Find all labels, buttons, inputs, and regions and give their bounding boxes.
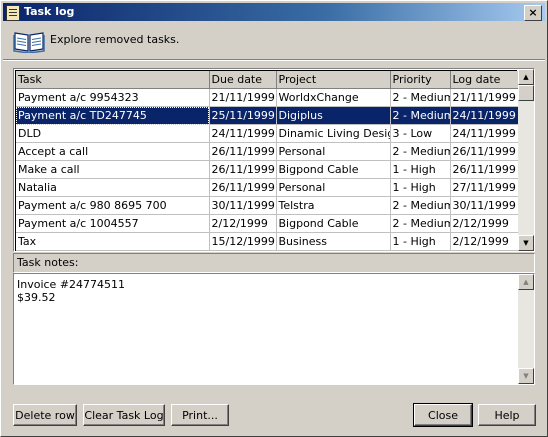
table-row[interactable]: Tax 15/12/1999 Business 1 - High 2/12/1999 — [16, 232, 519, 251]
cell-project: Bigpond Cable — [276, 160, 391, 179]
table-header-row: Task Due date Project Priority Log date — [16, 71, 519, 89]
header-divider — [3, 59, 545, 61]
cell-task: Make a call — [16, 160, 210, 179]
cell-due-date: 24/11/1999 — [209, 124, 277, 143]
table-row[interactable]: Natalia 26/11/1999 Personal 1 - High 27/11/1… — [16, 178, 519, 197]
cell-priority: 2 - Medium — [390, 106, 451, 125]
cell-priority: 2 - Medium — [390, 142, 451, 161]
cell-due-date: 2/12/1999 — [209, 214, 277, 233]
print-button[interactable]: Print... — [171, 404, 229, 426]
cell-task: Payment a/c 1004557 — [16, 214, 210, 233]
cell-project: Personal — [276, 142, 391, 161]
column-header-priority[interactable]: Priority — [390, 71, 451, 89]
cell-priority: 2 - Medium — [390, 214, 451, 233]
cell-project: Bigpond Cable — [276, 214, 391, 233]
table-row[interactable]: Accept a call 26/11/1999 Personal 2 - Mediu… — [16, 142, 519, 161]
cell-priority: 1 - High — [390, 178, 451, 197]
cell-due-date: 30/11/1999 — [209, 196, 277, 215]
cell-log-date: 2/12/1999 — [450, 214, 519, 233]
cell-log-date: 24/11/1999 — [450, 124, 519, 143]
down-arrow-icon[interactable]: ▼ — [518, 368, 534, 384]
column-header-project[interactable]: Project — [276, 71, 391, 89]
cell-log-date: 24/11/1999 — [450, 106, 519, 125]
delete-row-button[interactable]: Delete row — [13, 404, 77, 426]
cell-task: Accept a call — [16, 142, 210, 161]
table-row[interactable]: DLD 24/11/1999 Dinamic Living Design 3 - Lo… — [16, 124, 519, 143]
task-notes-label: Task notes: — [17, 256, 79, 269]
table-row[interactable]: Payment a/c TD247745 25/11/1999 Digiplus 2 … — [16, 106, 519, 125]
task-table: Task Due date Project Priority Log date … — [16, 71, 519, 251]
task-notes-header: Task notes: — [13, 253, 535, 273]
task-notes-area[interactable]: Invoice #24774511 $39.52 ▲ ▼ — [13, 273, 535, 385]
table-row[interactable]: Payment a/c 980 8695 700 30/11/1999 Telstr… — [16, 196, 519, 215]
cell-log-date: 30/11/1999 — [450, 196, 519, 215]
cell-project: Personal — [276, 178, 391, 197]
cell-due-date: 26/11/1999 — [209, 160, 277, 179]
cell-due-date: 15/12/1999 — [209, 232, 277, 251]
down-arrow-icon[interactable]: ▼ — [518, 235, 534, 251]
table-row[interactable]: Make a call 26/11/1999 Bigpond Cable 1 - Hi… — [16, 160, 519, 179]
cell-task: DLD — [16, 124, 210, 143]
column-header-due-date[interactable]: Due date — [209, 71, 277, 89]
up-arrow-icon[interactable]: ▲ — [518, 69, 534, 85]
cell-project: Telstra — [276, 196, 391, 215]
cell-task: Payment a/c 9954323 — [16, 88, 210, 107]
table-row[interactable]: Payment a/c 1004557 2/12/1999 Bigpond Cabl… — [16, 214, 519, 233]
cell-due-date: 26/11/1999 — [209, 142, 277, 161]
header-description: Explore removed tasks. — [50, 33, 180, 46]
scroll-thumb[interactable] — [518, 85, 534, 101]
clear-task-log-button[interactable]: Clear Task Log — [83, 404, 165, 426]
cell-priority: 2 - Medium — [390, 88, 451, 107]
cell-log-date: 21/11/1999 — [450, 88, 519, 107]
task-list[interactable]: Task Due date Project Priority Log date … — [13, 68, 535, 252]
cell-log-date: 2/12/1999 — [450, 232, 519, 251]
close-button[interactable]: Close — [413, 403, 473, 427]
notepad-icon — [6, 5, 20, 21]
task-log-window: Task log × Explore removed tasks. Task D… — [0, 0, 548, 437]
task-notes-text[interactable]: Invoice #24774511 $39.52 — [17, 278, 125, 304]
cell-project: Digiplus — [276, 106, 391, 125]
cell-priority: 3 - Low — [390, 124, 451, 143]
cell-task: Payment a/c 980 8695 700 — [16, 196, 210, 215]
title-bar[interactable]: Task log × — [3, 3, 545, 21]
cell-project: Dinamic Living Design — [276, 124, 391, 143]
cell-priority: 1 - High — [390, 232, 451, 251]
cell-project: Business — [276, 232, 391, 251]
notes-scrollbar[interactable]: ▲ ▼ — [518, 274, 534, 384]
cell-task: Natalia — [16, 178, 210, 197]
task-list-scrollbar[interactable]: ▲ ▼ — [518, 69, 534, 251]
help-button[interactable]: Help — [478, 404, 536, 426]
cell-task: Payment a/c TD247745 — [16, 106, 210, 125]
cell-log-date: 26/11/1999 — [450, 160, 519, 179]
cell-task: Tax — [16, 232, 210, 251]
up-arrow-icon[interactable]: ▲ — [518, 274, 534, 290]
window-title: Task log — [24, 5, 75, 18]
cell-log-date: 27/11/1999 — [450, 178, 519, 197]
cell-priority: 1 - High — [390, 160, 451, 179]
column-header-task[interactable]: Task — [16, 71, 210, 89]
open-book-icon — [13, 32, 45, 53]
cell-log-date: 26/11/1999 — [450, 142, 519, 161]
task-list-viewport: Task Due date Project Priority Log date … — [15, 70, 519, 251]
table-row[interactable]: Payment a/c 9954323 21/11/1999 WorldxChang… — [16, 88, 519, 107]
cell-priority: 2 - Medium — [390, 196, 451, 215]
cell-due-date: 25/11/1999 — [209, 106, 277, 125]
column-header-log-date[interactable]: Log date — [450, 71, 519, 89]
title-close-button[interactable]: × — [524, 5, 542, 21]
cell-due-date: 21/11/1999 — [209, 88, 277, 107]
cell-project: WorldxChange — [276, 88, 391, 107]
cell-due-date: 26/11/1999 — [209, 178, 277, 197]
